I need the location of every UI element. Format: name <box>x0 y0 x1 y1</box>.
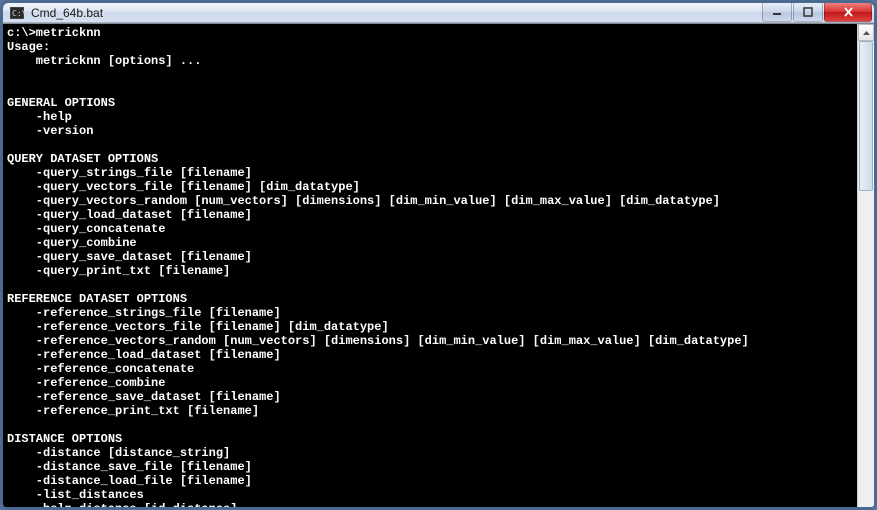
scroll-up-button[interactable] <box>858 24 874 41</box>
terminal-output[interactable]: c:\>metricknn Usage: metricknn [options]… <box>3 24 857 508</box>
svg-text:C:\: C:\ <box>12 9 24 18</box>
titlebar[interactable]: C:\ Cmd_64b.bat <box>3 3 874 23</box>
console-window: C:\ Cmd_64b.bat c:\>metricknn Usage: met… <box>2 2 875 508</box>
client-area: c:\>metricknn Usage: metricknn [options]… <box>3 23 874 508</box>
minimize-button[interactable] <box>762 2 792 22</box>
scroll-track[interactable] <box>858 41 874 508</box>
scroll-thumb[interactable] <box>859 41 873 191</box>
window-title: Cmd_64b.bat <box>31 6 762 20</box>
app-icon: C:\ <box>9 5 25 21</box>
maximize-button[interactable] <box>793 2 823 22</box>
close-button[interactable] <box>824 2 872 22</box>
scrollbar-vertical[interactable] <box>857 24 874 508</box>
window-controls <box>762 3 872 22</box>
